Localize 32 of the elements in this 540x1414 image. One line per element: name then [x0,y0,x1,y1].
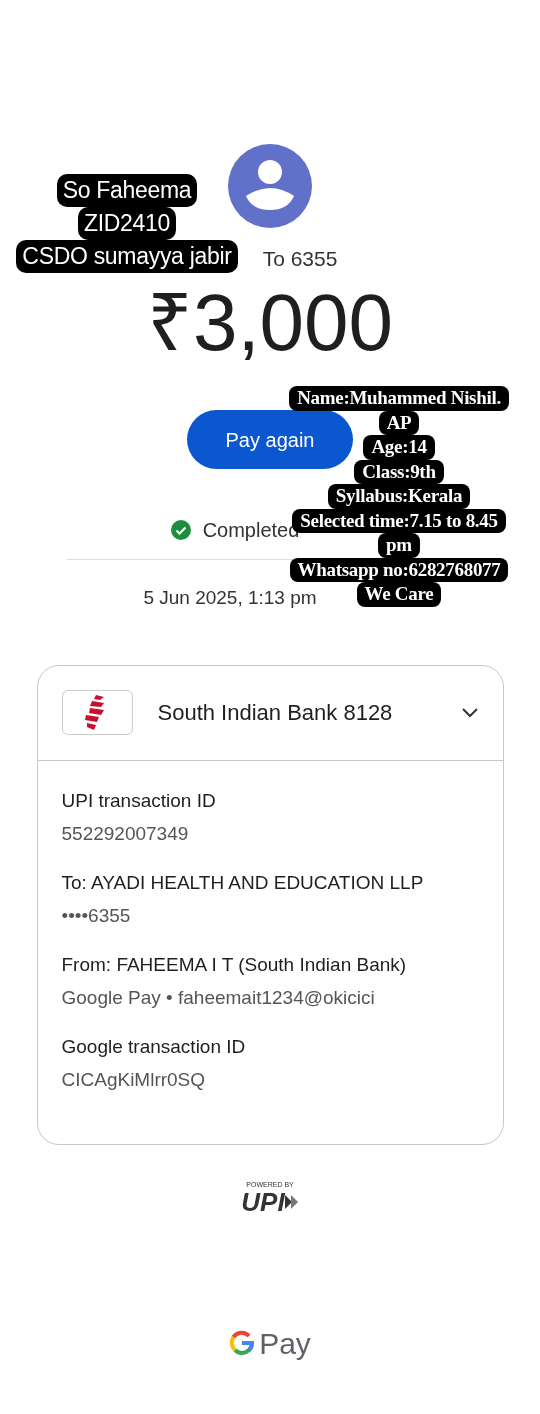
bank-logo-icon [61,690,133,735]
chevron-icon[interactable] [460,706,479,719]
detail-label: Google transaction ID [61,1034,247,1059]
annotation-text: ZID2410 [77,207,177,240]
detail-label: UPI transaction ID [61,788,217,813]
recipient-text: To 6355 [262,246,338,272]
annotation-text: We Care [356,582,442,607]
date-text: 5 Jun 2025, 1:13 pm [143,586,317,610]
avatar-icon [228,144,312,228]
annotation-text: pm [378,533,420,558]
annotation-text: Age:14 [363,435,435,460]
annotation-text: Syllabus:Kerala [327,484,471,509]
detail-value: CICAgKiMlrr0SQ [61,1067,207,1092]
gpay-text: Pay [259,1325,311,1362]
check-circle-icon [170,520,191,540]
detail-value: ••••6355 [61,903,132,928]
detail-label: To: AYADI HEALTH AND EDUCATION LLP [61,870,425,895]
arrow-icon [284,1193,299,1210]
detail-value: 552292007349 [61,821,190,846]
bank-name-text: South Indian Bank 8128 [157,699,394,727]
annotation-text: AP [378,410,420,435]
amount-text: ₹3,000 [146,278,394,368]
annotation-text: Class:9th [354,459,444,484]
annotation-text: Whatsapp no:6282768077 [289,557,509,582]
upi-text: UPI [241,1188,285,1215]
annotation-text: CSDO sumayya jabir [16,240,238,273]
annotation-text: So Faheema [56,174,198,207]
detail-label: From: FAHEEMA I T (South Indian Bank) [61,952,408,977]
annotation-text: Name:Muhammed Nishil. [289,386,509,411]
detail-value: Google Pay • faheemait1234@okicici [61,985,376,1010]
google-g-icon [229,1330,256,1356]
pay-again-button[interactable]: Pay again [187,410,353,469]
